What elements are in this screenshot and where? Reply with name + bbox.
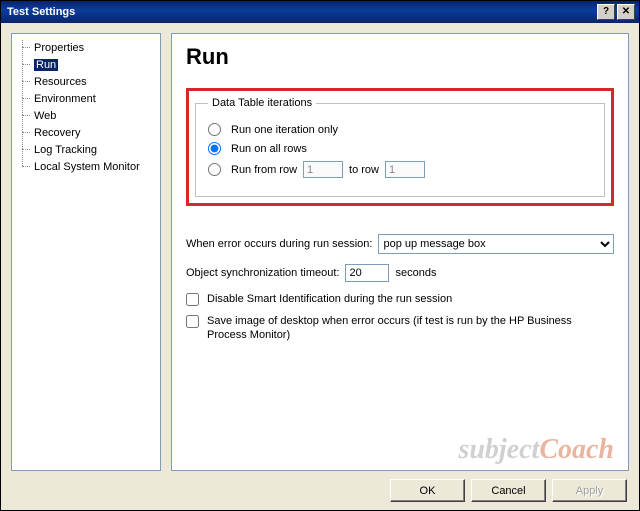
title-bar: Test Settings ? ✕ [1,1,639,23]
data-table-legend: Data Table iterations [208,97,316,109]
to-row-label: to row [349,164,379,176]
apply-button[interactable]: Apply [552,479,627,502]
radio-row-all: Run on all rows [208,142,592,155]
radio-row-range: Run from row to row [208,161,592,178]
radio-all-rows[interactable] [208,142,221,155]
button-bar: OK Cancel Apply [11,471,629,504]
cancel-button[interactable]: Cancel [471,479,546,502]
disable-smart-id-checkbox[interactable] [186,293,199,306]
error-label: When error occurs during run session: [186,238,372,250]
sync-label: Object synchronization timeout: [186,267,339,279]
window-title: Test Settings [7,6,595,18]
data-table-highlight: Data Table iterations Run one iteration … [186,88,614,206]
dialog-body: Properties Run Resources Environment Web… [1,23,639,510]
watermark: subjectCoach [458,434,614,466]
sync-row: Object synchronization timeout: seconds [186,264,614,282]
save-image-label: Save image of desktop when error occurs … [207,314,614,342]
content-panel: Run Data Table iterations Run one iterat… [171,33,629,471]
tree-item-environment[interactable]: Environment [16,91,156,108]
category-tree: Properties Run Resources Environment Web… [11,33,161,471]
smart-id-row: Disable Smart Identification during the … [186,292,614,306]
close-icon[interactable]: ✕ [617,4,635,20]
tree-item-resources[interactable]: Resources [16,74,156,91]
ok-button[interactable]: OK [390,479,465,502]
to-row-input[interactable] [385,161,425,178]
page-title: Run [186,44,614,70]
radio-all-label: Run on all rows [231,143,307,155]
tree-item-log-tracking[interactable]: Log Tracking [16,142,156,159]
tree-item-properties[interactable]: Properties [16,40,156,57]
disable-smart-id-label: Disable Smart Identification during the … [207,292,452,306]
sync-timeout-input[interactable] [345,264,389,282]
error-action-select[interactable]: pop up message box [378,234,614,254]
main-area: Properties Run Resources Environment Web… [11,33,629,471]
tree-item-recovery[interactable]: Recovery [16,125,156,142]
tree-item-web[interactable]: Web [16,108,156,125]
radio-from-label: Run from row [231,164,297,176]
radio-one-label: Run one iteration only [231,124,338,136]
tree-item-local-system-monitor[interactable]: Local System Monitor [16,159,156,176]
tree-item-run[interactable]: Run [16,57,156,74]
help-icon[interactable]: ? [597,4,615,20]
from-row-input[interactable] [303,161,343,178]
save-image-row: Save image of desktop when error occurs … [186,314,614,342]
radio-one-iteration[interactable] [208,123,221,136]
radio-row-one: Run one iteration only [208,123,592,136]
error-row: When error occurs during run session: po… [186,234,614,254]
radio-from-row[interactable] [208,163,221,176]
data-table-iterations-group: Data Table iterations Run one iteration … [195,97,605,197]
save-image-checkbox[interactable] [186,315,199,328]
sync-unit: seconds [395,267,436,279]
